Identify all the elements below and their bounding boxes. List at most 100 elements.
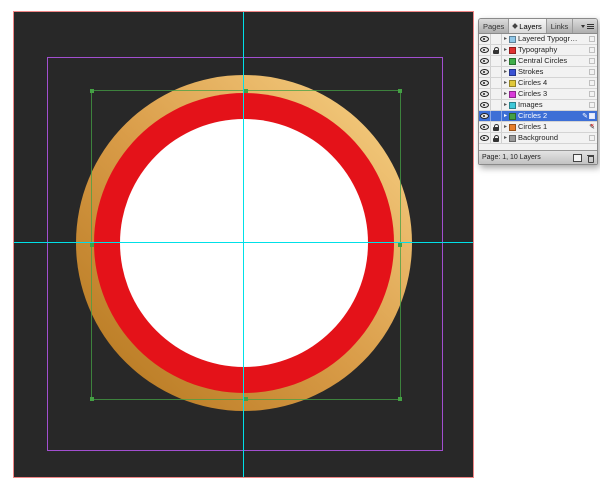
layer-row[interactable]: ▸ Circles 2 ✎: [479, 111, 597, 122]
tab-pages-label: Pages: [483, 21, 505, 31]
visibility-toggle[interactable]: [479, 111, 491, 121]
layer-name[interactable]: Typography: [518, 45, 581, 55]
lock-toggle[interactable]: [491, 133, 502, 143]
layer-indicator[interactable]: [581, 80, 597, 86]
visibility-toggle[interactable]: [479, 133, 491, 143]
lock-toggle[interactable]: [491, 34, 502, 44]
new-layer-button[interactable]: [573, 153, 582, 162]
layer-color-swatch: [509, 112, 516, 120]
selection-handle-bottom-left[interactable]: [90, 397, 94, 401]
selection-handle-bottom-right[interactable]: [398, 397, 402, 401]
lock-toggle[interactable]: [491, 56, 502, 66]
lock-toggle[interactable]: [491, 100, 502, 110]
layer-indicator[interactable]: [581, 36, 597, 42]
visibility-toggle[interactable]: [479, 122, 491, 132]
layer-name[interactable]: Strokes: [518, 67, 581, 77]
visibility-toggle[interactable]: [479, 78, 491, 88]
expand-triangle-icon[interactable]: ▸: [502, 34, 509, 44]
layer-name[interactable]: Circles 3: [518, 89, 581, 99]
lock-toggle[interactable]: [491, 45, 502, 55]
expand-triangle-icon[interactable]: ▸: [502, 78, 509, 88]
tab-layers[interactable]: Layers: [509, 19, 547, 33]
layer-row[interactable]: ▸ Circles 1 ✎: [479, 122, 597, 133]
layer-row[interactable]: ▸ Circles 3: [479, 89, 597, 100]
eye-icon: [480, 36, 489, 42]
expand-triangle-icon[interactable]: ▸: [502, 67, 509, 77]
visibility-toggle[interactable]: [479, 45, 491, 55]
layers-panel: Pages Layers Links ▸ Layered Typography …: [478, 18, 598, 165]
visibility-toggle[interactable]: [479, 89, 491, 99]
expand-triangle-icon[interactable]: ▸: [502, 56, 509, 66]
tab-pages[interactable]: Pages: [479, 19, 510, 33]
layer-indicator[interactable]: [581, 47, 597, 53]
selection-handle-top-center[interactable]: [244, 89, 248, 93]
expand-triangle-icon[interactable]: ▸: [502, 89, 509, 99]
tab-links[interactable]: Links: [547, 19, 574, 33]
expand-triangle-icon[interactable]: ▸: [502, 111, 509, 121]
delete-layer-button[interactable]: [587, 154, 594, 163]
layer-name[interactable]: Background: [518, 133, 581, 143]
panel-menu-button[interactable]: [578, 19, 597, 33]
active-tab-icon: [512, 23, 519, 29]
layer-name[interactable]: Central Circles: [518, 56, 581, 66]
selection-square-icon: [589, 36, 595, 42]
layer-indicator[interactable]: [581, 102, 597, 108]
selection-square-icon: [589, 102, 595, 108]
layer-row[interactable]: ▸ Background: [479, 133, 597, 144]
vertical-ruler-guide[interactable]: [243, 12, 244, 477]
eye-icon: [480, 91, 489, 97]
layer-name[interactable]: Layered Typography: [518, 34, 581, 44]
layer-row[interactable]: ▸ Typography: [479, 45, 597, 56]
visibility-toggle[interactable]: [479, 56, 491, 66]
layer-name[interactable]: Images: [518, 100, 581, 110]
document-page[interactable]: [13, 11, 474, 478]
layer-name[interactable]: Circles 1: [518, 122, 581, 132]
layer-row[interactable]: ▸ Images: [479, 100, 597, 111]
visibility-toggle[interactable]: [479, 100, 491, 110]
selection-handle-top-right[interactable]: [398, 89, 402, 93]
selection-handle-middle-left[interactable]: [90, 243, 94, 247]
eye-icon: [480, 69, 489, 75]
selection-handle-top-left[interactable]: [90, 89, 94, 93]
selection-square-icon: [589, 69, 595, 75]
selection-handle-bottom-center[interactable]: [244, 397, 248, 401]
expand-triangle-icon[interactable]: ▸: [502, 45, 509, 55]
tab-links-label: Links: [550, 21, 569, 31]
layer-name[interactable]: Circles 2: [518, 111, 581, 121]
selection-square-icon: [589, 80, 595, 86]
lock-toggle[interactable]: [491, 111, 502, 121]
layer-indicator[interactable]: ✎: [581, 123, 597, 131]
layer-indicator[interactable]: [581, 58, 597, 64]
panel-tab-bar: Pages Layers Links: [479, 19, 597, 34]
eye-icon: [480, 47, 489, 53]
expand-triangle-icon[interactable]: ▸: [502, 133, 509, 143]
visibility-toggle[interactable]: [479, 67, 491, 77]
lock-toggle[interactable]: [491, 67, 502, 77]
selection-handle-middle-right[interactable]: [398, 243, 402, 247]
layer-color-swatch: [509, 79, 516, 87]
layer-color-swatch: [509, 101, 516, 109]
layer-color-swatch: [509, 68, 516, 76]
lock-icon: [493, 134, 499, 142]
visibility-toggle[interactable]: [479, 34, 491, 44]
layer-name[interactable]: Circles 4: [518, 78, 581, 88]
horizontal-ruler-guide[interactable]: [14, 242, 473, 243]
layer-indicator[interactable]: ✎: [581, 113, 597, 120]
lock-toggle[interactable]: [491, 78, 502, 88]
lock-icon: [493, 46, 499, 54]
layer-indicator[interactable]: [581, 91, 597, 97]
layer-color-swatch: [509, 57, 516, 65]
layer-indicator[interactable]: [581, 135, 597, 141]
layer-row[interactable]: ▸ Circles 4: [479, 78, 597, 89]
layer-color-swatch: [509, 90, 516, 98]
layer-row[interactable]: ▸ Strokes: [479, 67, 597, 78]
expand-triangle-icon[interactable]: ▸: [502, 122, 509, 132]
lock-toggle[interactable]: [491, 122, 502, 132]
application-window: Pages Layers Links ▸ Layered Typography …: [0, 0, 600, 489]
selection-bounding-box[interactable]: [90, 89, 402, 401]
expand-triangle-icon[interactable]: ▸: [502, 100, 509, 110]
lock-toggle[interactable]: [491, 89, 502, 99]
layer-row[interactable]: ▸ Layered Typography: [479, 34, 597, 45]
layer-indicator[interactable]: [581, 69, 597, 75]
layer-row[interactable]: ▸ Central Circles: [479, 56, 597, 67]
